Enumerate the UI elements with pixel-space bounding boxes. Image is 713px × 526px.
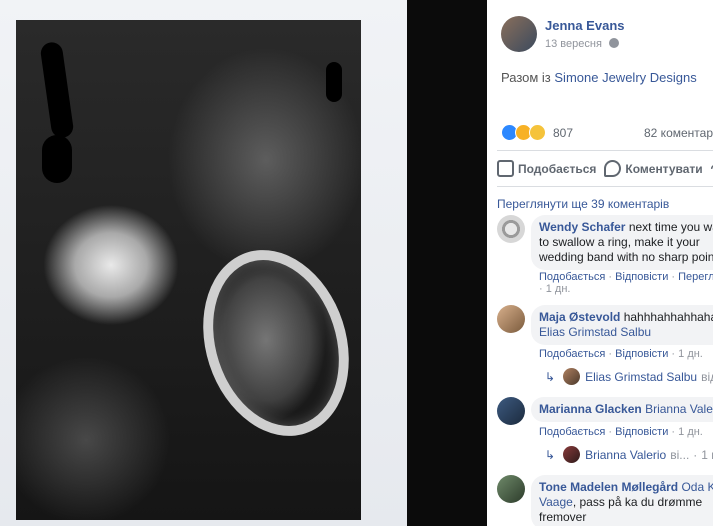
post-caption: Разом із Simone Jewelry Designs — [501, 70, 697, 85]
comment-like-link[interactable]: Подобається — [539, 348, 605, 360]
comment-timestamp[interactable]: · 1 дн. — [539, 283, 570, 295]
comments-count[interactable]: 82 коментарі — [644, 126, 713, 140]
comment-label: Коментувати — [625, 161, 703, 176]
comment-reply-link[interactable]: Відповісти — [615, 426, 668, 438]
comment-icon — [604, 160, 622, 177]
reply-avatar — [563, 368, 581, 385]
commenter-name[interactable]: Wendy Schafer — [539, 220, 625, 234]
like-button[interactable]: Подобається — [497, 160, 596, 177]
comment-text: hahhhahhahhahaha — [623, 310, 713, 324]
reply-snippet: від... — [701, 369, 713, 384]
redaction-mark-left — [42, 135, 72, 183]
reply-time: · — [693, 447, 698, 462]
comment-button[interactable]: Коментувати — [604, 160, 703, 177]
comment-like-link[interactable]: Подобається — [539, 426, 605, 438]
reaction-count[interactable]: 807 — [553, 126, 573, 140]
haha-reaction-icon — [529, 124, 546, 141]
reply-preview[interactable]: ↳ Brianna Valerio ві... · 1 в — [545, 446, 713, 463]
post-date-text[interactable]: 13 вересня — [545, 38, 602, 50]
redaction-mark-right — [326, 62, 342, 102]
comments-sidebar: Jenna Evans 13 вересня Разом із Simone J… — [487, 0, 713, 526]
reactions-summary[interactable]: 807 — [501, 124, 573, 141]
caption-prefix: Разом із — [501, 70, 555, 85]
globe-icon — [608, 38, 619, 48]
comment-meta: Подобається · Відповісти · 1 дн. — [539, 426, 703, 438]
commenter-name[interactable]: Tone Madelen Møllegård — [539, 480, 678, 494]
post-photo[interactable] — [0, 0, 487, 526]
comment-meta: Подобається · Відповісти · 1 дн. — [539, 348, 703, 360]
reply-arrow-icon: ↳ — [545, 369, 556, 384]
comment-bubble: Tone Madelen Møllegård Oda Kari Vaage, p… — [531, 475, 713, 526]
comment-reply-link[interactable]: Відповісти — [615, 271, 668, 283]
comment-meta: Подобається · Відповісти · Перегляд — [539, 271, 713, 283]
comment-bubble: Marianna Glacken Brianna Valerio — [531, 397, 713, 422]
comment-bubble: Wendy Schafer next time you want to swal… — [531, 215, 713, 270]
tagged-page-link[interactable]: Simone Jewelry Designs — [554, 70, 696, 85]
commenter-name[interactable]: Maja Østevold — [539, 310, 620, 324]
divider — [497, 186, 713, 187]
comment-bubble: Maja Østevold hahhhahhahhahaha Elias Gri… — [531, 305, 713, 345]
divider — [497, 150, 713, 151]
tagged-user[interactable]: Elias Grimstad Salbu — [539, 325, 651, 339]
commenter-avatar[interactable] — [497, 397, 525, 425]
reply-avatar — [563, 446, 581, 463]
comment-like-link[interactable]: Подобається — [539, 271, 605, 283]
like-label: Подобається — [518, 161, 597, 176]
tagged-user[interactable]: Brianna Valerio — [645, 402, 713, 416]
comment-translate-link[interactable]: Перегляд — [678, 271, 713, 283]
reply-author[interactable]: Brianna Valerio — [585, 448, 666, 462]
reply-preview[interactable]: ↳ Elias Grimstad Salbu від... — [545, 368, 713, 385]
reply-author[interactable]: Elias Grimstad Salbu — [585, 370, 697, 384]
author-avatar[interactable] — [501, 16, 537, 52]
commenter-avatar[interactable] — [497, 475, 525, 503]
comment-reply-link[interactable]: Відповісти — [615, 348, 668, 360]
commenter-name[interactable]: Marianna Glacken — [539, 402, 642, 416]
post-actions: Подобається Коментувати ↷ — [497, 160, 713, 177]
reply-arrow-icon: ↳ — [545, 447, 556, 462]
view-more-comments-link[interactable]: Переглянути ще 39 коментарів — [497, 197, 669, 211]
commenter-avatar[interactable] — [497, 305, 525, 333]
author-name[interactable]: Jenna Evans — [545, 18, 625, 33]
reply-time-value: 1 в — [701, 447, 713, 462]
commenter-avatar[interactable] — [497, 215, 525, 243]
post-date[interactable]: 13 вересня — [545, 38, 619, 50]
reply-snippet: ві... — [670, 447, 690, 462]
comment-time[interactable]: 1 дн. — [678, 348, 703, 360]
thumbs-up-icon — [497, 160, 514, 177]
comment-time[interactable]: 1 дн. — [678, 426, 703, 438]
